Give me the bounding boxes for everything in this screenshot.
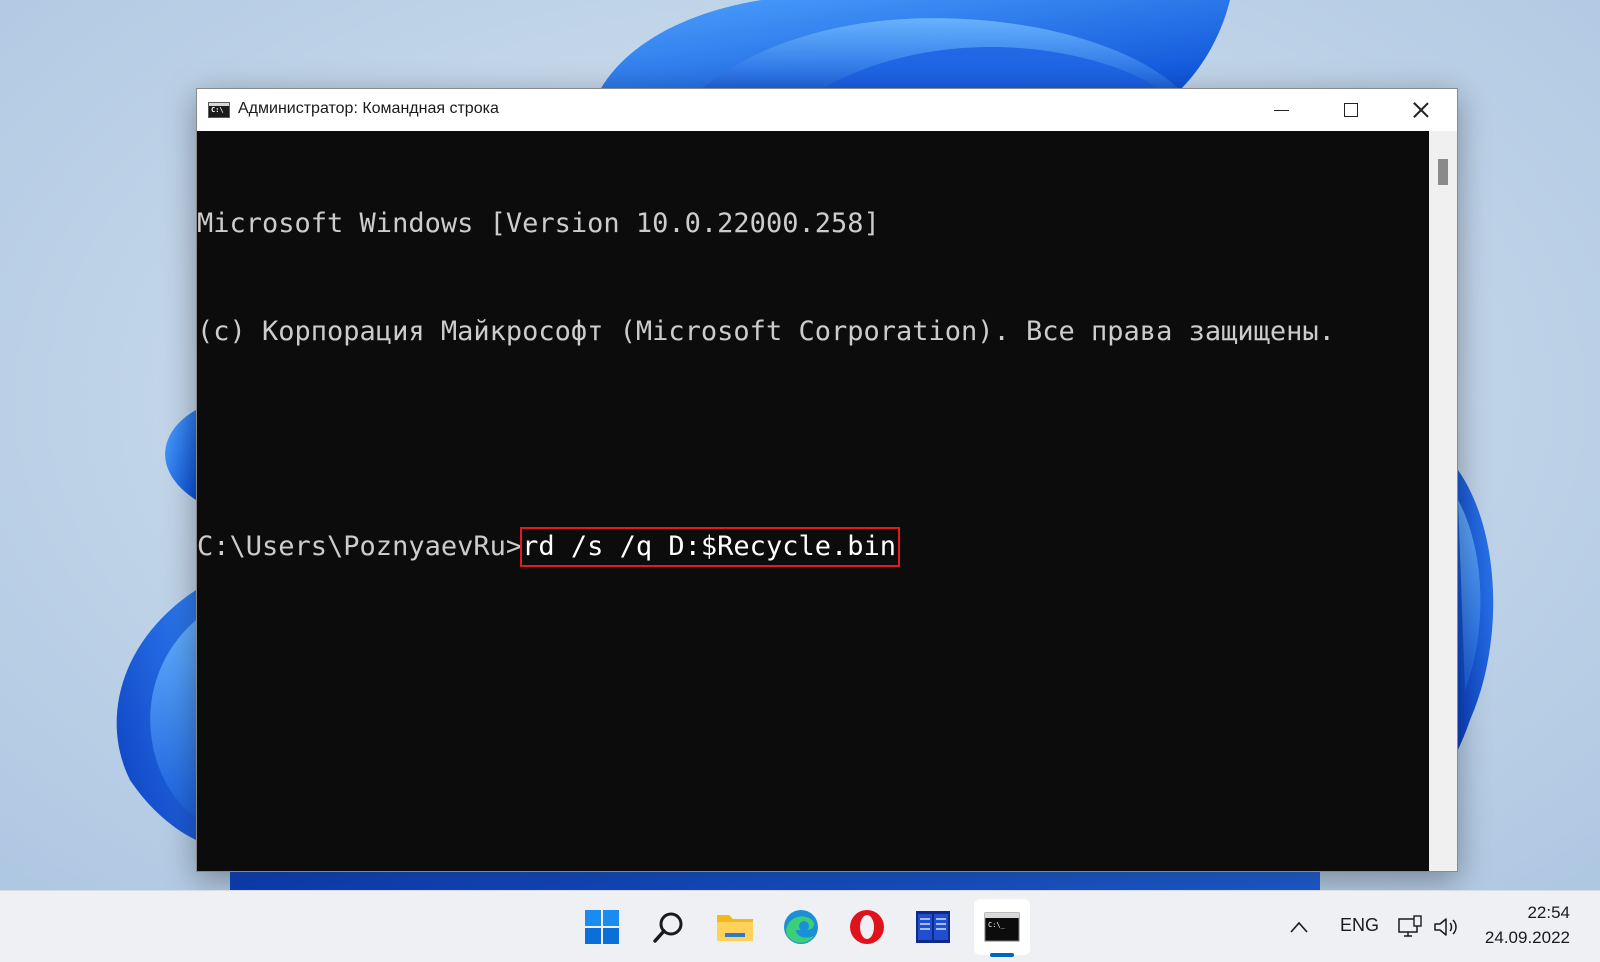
total-commander-button[interactable]	[911, 905, 955, 949]
windows-start-icon	[585, 910, 619, 944]
opera-button[interactable]	[845, 905, 889, 949]
taskbar-active-indicator	[990, 953, 1014, 957]
clock-date[interactable]: 24.09.2022	[1470, 928, 1570, 948]
minimize-button[interactable]	[1247, 89, 1315, 131]
console-output[interactable]: Microsoft Windows [Version 10.0.22000.25…	[197, 131, 1429, 871]
network-button[interactable]	[1394, 905, 1426, 949]
minimize-icon	[1273, 109, 1289, 111]
window-title: Администратор: Командная строка	[238, 100, 499, 117]
console-line-version: Microsoft Windows [Version 10.0.22000.25…	[197, 208, 880, 239]
clock-time[interactable]: 22:54	[1490, 903, 1570, 923]
search-icon	[653, 912, 683, 943]
show-hidden-icons-button[interactable]	[1284, 905, 1314, 949]
chevron-up-icon	[1290, 921, 1308, 933]
command-prompt-window[interactable]: Администратор: Командная строка Microsof…	[196, 88, 1458, 872]
maximize-icon	[1344, 103, 1358, 117]
highlighted-command[interactable]: rd /s /q D:$Recycle.bin	[520, 527, 900, 567]
close-icon	[1413, 102, 1429, 118]
vertical-scrollbar[interactable]	[1429, 131, 1457, 871]
maximize-button[interactable]	[1317, 89, 1385, 131]
svg-text:C:\_: C:\_	[988, 921, 1006, 929]
start-button[interactable]	[580, 905, 624, 949]
command-prompt-icon: C:\_	[984, 912, 1020, 942]
volume-button[interactable]	[1430, 905, 1462, 949]
network-icon	[1398, 915, 1422, 937]
console-line-copyright: (c) Корпорация Майкрософт (Microsoft Cor…	[197, 316, 1335, 347]
window-titlebar[interactable]: Администратор: Командная строка	[197, 89, 1457, 131]
command-prompt-icon[interactable]	[208, 102, 230, 118]
language-indicator[interactable]: ENG	[1340, 915, 1379, 936]
edge-button[interactable]	[779, 905, 823, 949]
file-explorer-button[interactable]	[713, 905, 757, 949]
total-commander-icon	[916, 911, 950, 943]
opera-icon	[850, 910, 884, 944]
close-button[interactable]	[1387, 89, 1455, 131]
search-button[interactable]	[647, 905, 691, 949]
scrollbar-thumb[interactable]	[1438, 159, 1448, 185]
command-prompt-taskbar-button[interactable]: C:\_	[980, 905, 1024, 949]
edge-icon	[784, 910, 818, 944]
console-command-line: C:\Users\PoznyaevRu>rd /s /q D:$Recycle.…	[197, 527, 1429, 567]
taskbar: C:\_ ENG 22:54 24.09.2022	[0, 890, 1600, 962]
speaker-icon	[1434, 918, 1457, 936]
file-explorer-icon	[717, 915, 753, 941]
console-prompt: C:\Users\PoznyaevRu>	[197, 531, 523, 562]
